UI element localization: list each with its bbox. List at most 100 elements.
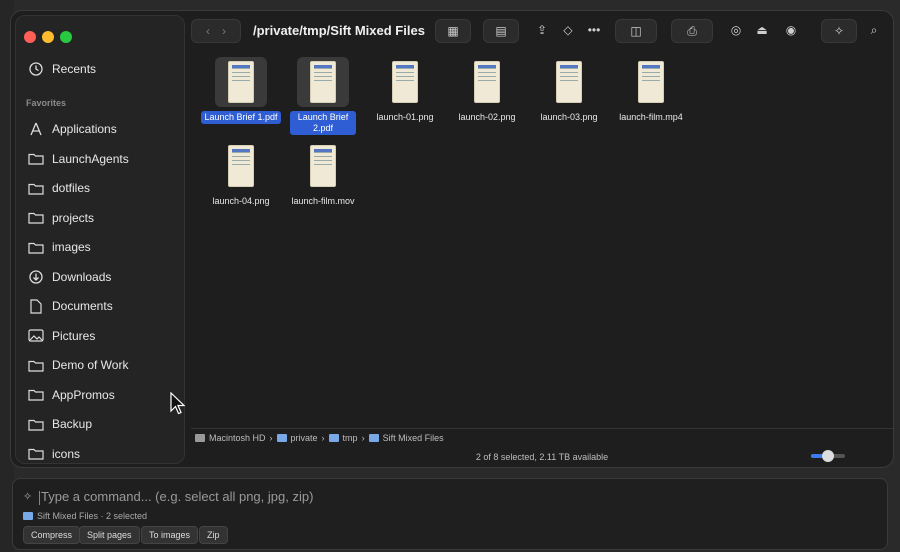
folder-icon bbox=[28, 180, 44, 196]
share-icon: ⇪ bbox=[536, 23, 548, 37]
file-item[interactable]: Launch Brief 2.pdf bbox=[281, 57, 365, 135]
sidebar-item-recents[interactable]: Recents bbox=[28, 56, 96, 82]
chip-compress[interactable]: Compress bbox=[23, 526, 81, 544]
search-button[interactable]: ⌕ bbox=[863, 19, 885, 41]
folder-icon bbox=[28, 210, 44, 226]
slider-knob[interactable] bbox=[822, 450, 834, 462]
sift-extension-button[interactable]: ✧ bbox=[821, 19, 857, 43]
file-item[interactable]: launch-03.png bbox=[527, 57, 611, 124]
sidebar-item-downloads[interactable]: Downloads bbox=[28, 264, 111, 290]
chevron-right-icon: › bbox=[269, 433, 273, 443]
file-item[interactable]: launch-film.mov bbox=[281, 141, 365, 208]
back-forward-buttons[interactable]: ‹ › bbox=[191, 19, 241, 43]
sparkle-icon: ✧ bbox=[833, 24, 845, 38]
group-icon: ▤ bbox=[495, 24, 507, 38]
sidebar: Recents Favorites Applications LaunchAgen… bbox=[15, 15, 185, 464]
close-button[interactable] bbox=[24, 31, 36, 43]
file-item[interactable]: launch-02.png bbox=[445, 57, 529, 124]
share-button[interactable]: ⇪ bbox=[531, 19, 553, 41]
eject-button[interactable]: ⏏ bbox=[751, 19, 773, 41]
sidebar-item-demo-of-work[interactable]: Demo of Work bbox=[28, 352, 128, 378]
airdrop-button[interactable]: ◎ bbox=[725, 19, 747, 41]
file-thumbnail bbox=[215, 141, 267, 191]
quicklook-button[interactable]: ◉ bbox=[779, 19, 803, 41]
path-segment[interactable]: private bbox=[291, 433, 318, 443]
sidebar-item-launchagents[interactable]: LaunchAgents bbox=[28, 146, 129, 172]
back-icon[interactable]: ‹ bbox=[206, 24, 210, 38]
tag-button[interactable]: ◇ bbox=[557, 19, 579, 41]
sidebar-item-label: images bbox=[52, 240, 91, 254]
window-controls bbox=[24, 31, 72, 43]
sidebar-item-label: Backup bbox=[52, 417, 93, 431]
icon-size-slider[interactable] bbox=[811, 450, 845, 462]
toolbar: ‹ › /private/tmp/Sift Mixed Files ▦ ▤ ⇪ … bbox=[187, 11, 893, 49]
sidebar-item-apppromos[interactable]: AppPromos bbox=[28, 382, 115, 408]
sidebar-item-pictures[interactable]: Pictures bbox=[28, 323, 95, 349]
file-name: launch-01.png bbox=[376, 112, 434, 122]
file-item[interactable]: launch-film.mp4 bbox=[609, 57, 693, 124]
chevron-right-icon: › bbox=[321, 433, 325, 443]
file-item[interactable]: Launch Brief 1.pdf bbox=[199, 57, 283, 124]
sidebar-item-dotfiles[interactable]: dotfiles bbox=[28, 175, 90, 201]
more-button[interactable]: ••• bbox=[583, 19, 605, 41]
folder-icon bbox=[28, 416, 44, 432]
file-name: launch-02.png bbox=[458, 112, 516, 122]
path-segment[interactable]: tmp bbox=[343, 433, 358, 443]
path-segment[interactable]: Macintosh HD bbox=[209, 433, 266, 443]
sidebar-item-documents[interactable]: Documents bbox=[28, 293, 113, 319]
sidebar-item-label: Applications bbox=[52, 122, 117, 136]
sidebar-item-label: Pictures bbox=[52, 328, 96, 343]
search-icon: ⌕ bbox=[870, 22, 878, 37]
burn-button[interactable]: ⎙ bbox=[671, 19, 713, 43]
sidebar-item-label: LaunchAgents bbox=[52, 151, 129, 166]
folder-icon bbox=[368, 434, 379, 442]
downloads-icon bbox=[28, 269, 44, 285]
status-bar: 2 of 8 selected, 2.11 TB available bbox=[191, 448, 893, 466]
file-name: Launch Brief 1.pdf bbox=[201, 111, 281, 124]
pictures-icon bbox=[28, 328, 44, 344]
chip-zip[interactable]: Zip bbox=[199, 526, 228, 544]
folder-icon bbox=[276, 434, 287, 442]
file-name: launch-film.mov bbox=[291, 196, 355, 206]
file-name: launch-film.mp4 bbox=[619, 112, 683, 122]
view-mode-button[interactable]: ▦ bbox=[435, 19, 471, 43]
chip-to-images[interactable]: To images bbox=[141, 526, 199, 544]
sidebar-item-backup[interactable]: Backup bbox=[28, 411, 92, 437]
file-item[interactable]: launch-04.png bbox=[199, 141, 283, 208]
grid-icon: ▦ bbox=[447, 24, 459, 38]
applications-icon bbox=[28, 121, 44, 137]
zoom-button[interactable] bbox=[60, 31, 72, 43]
minimize-button[interactable] bbox=[42, 31, 54, 43]
context-label: Sift Mixed Files · 2 selected bbox=[37, 511, 148, 521]
command-input[interactable]: Type a command... (e.g. select all png, … bbox=[39, 489, 313, 505]
sidebar-item-label: Demo of Work bbox=[52, 358, 129, 372]
folder-icon bbox=[28, 357, 44, 373]
file-thumbnail bbox=[215, 57, 267, 107]
file-name: Launch Brief 2.pdf bbox=[290, 111, 356, 135]
sidebar-item-label: projects bbox=[52, 210, 95, 225]
path-bar: Macintosh HD › private › tmp › Sift Mixe… bbox=[191, 428, 893, 447]
chip-split-pages[interactable]: Split pages bbox=[79, 526, 140, 544]
file-thumbnail bbox=[297, 57, 349, 107]
folder-icon bbox=[23, 512, 33, 520]
file-thumbnail bbox=[543, 57, 595, 107]
folder-icon bbox=[28, 151, 44, 167]
folder-icon bbox=[28, 387, 44, 403]
path-segment[interactable]: Sift Mixed Files bbox=[383, 433, 444, 443]
sidebar-item-projects[interactable]: projects bbox=[28, 205, 94, 231]
command-bar: ✧ Type a command... (e.g. select all png… bbox=[12, 478, 888, 550]
sparkle-icon: ✧ bbox=[23, 491, 33, 503]
sidebar-item-label: AppPromos bbox=[52, 387, 115, 402]
file-item[interactable]: launch-01.png bbox=[363, 57, 447, 124]
clock-icon bbox=[28, 61, 44, 77]
file-name: launch-03.png bbox=[540, 112, 598, 122]
sidebar-item-images[interactable]: images bbox=[28, 234, 91, 260]
command-placeholder: Type a command... (e.g. select all png, … bbox=[41, 489, 314, 504]
action-button[interactable]: ◫ bbox=[615, 19, 657, 43]
sidebar-item-icons[interactable]: icons bbox=[28, 441, 80, 467]
ellipsis-icon: ••• bbox=[587, 23, 601, 37]
forward-icon[interactable]: › bbox=[222, 24, 226, 38]
sidebar-item-label: Recents bbox=[52, 62, 97, 76]
group-button[interactable]: ▤ bbox=[483, 19, 519, 43]
sidebar-item-applications[interactable]: Applications bbox=[28, 116, 117, 142]
